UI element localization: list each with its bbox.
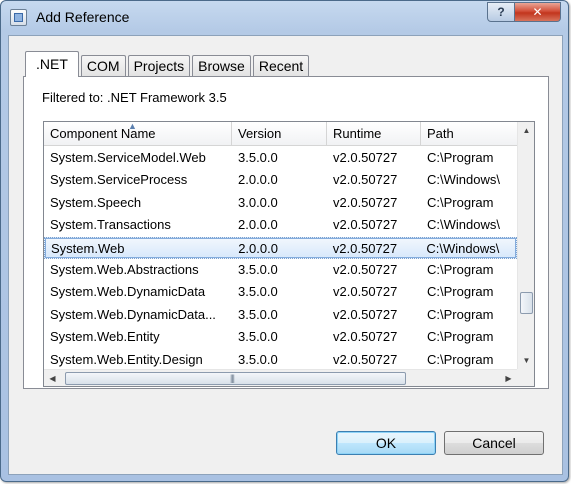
cell-runtime: v2.0.50727 bbox=[333, 351, 398, 367]
column-header-component-name[interactable]: ▲ Component Name bbox=[44, 122, 232, 146]
cell-runtime: v2.0.50727 bbox=[333, 329, 398, 345]
list-row[interactable]: System.Web.DynamicData... 3.5.0.0 v2.0.5… bbox=[44, 304, 517, 326]
scroll-left-arrow-icon[interactable]: ◀ bbox=[44, 370, 61, 386]
column-header-runtime[interactable]: Runtime bbox=[327, 122, 421, 146]
cell-version: 3.5.0.0 bbox=[238, 284, 278, 300]
filter-label: Filtered to: .NET Framework 3.5 bbox=[42, 90, 227, 105]
cell-path: C:\Program bbox=[427, 329, 494, 345]
tab-projects[interactable]: Projects bbox=[127, 55, 191, 77]
cell-path: C:\Program bbox=[427, 150, 494, 165]
list-row[interactable]: System.ServiceProcess 2.0.0.0 v2.0.50727… bbox=[44, 169, 517, 191]
cell-path: C:\Windows\ bbox=[427, 172, 500, 188]
cell-runtime: v2.0.50727 bbox=[333, 284, 398, 300]
cell-component-name: System.ServiceModel.Web bbox=[50, 150, 206, 165]
close-button[interactable]: ✕ bbox=[515, 2, 561, 22]
cell-component-name: System.Speech bbox=[50, 194, 142, 210]
cell-version: 3.5.0.0 bbox=[238, 150, 278, 165]
cell-component-name: System.Web.DynamicData bbox=[50, 284, 206, 300]
cell-component-name: System.Web.DynamicData... bbox=[50, 306, 216, 322]
vertical-scroll-thumb[interactable] bbox=[520, 292, 533, 314]
scroll-up-arrow-icon[interactable]: ▲ bbox=[518, 122, 534, 139]
cell-path: C:\Windows\ bbox=[426, 240, 500, 256]
cell-component-name: System.ServiceProcess bbox=[50, 172, 188, 188]
cell-version: 3.0.0.0 bbox=[238, 194, 278, 210]
cell-version: 3.5.0.0 bbox=[238, 351, 278, 367]
sort-ascending-icon: ▲ bbox=[128, 122, 137, 131]
list-row-selected[interactable]: System.Web 2.0.0.0 v2.0.50727 C:\Windows… bbox=[44, 236, 517, 259]
title-bar[interactable]: Add Reference ? ✕ bbox=[1, 1, 568, 35]
scroll-grip-icon: ||| bbox=[230, 373, 235, 383]
cell-component-name: System.Web.Entity.Design bbox=[50, 351, 203, 367]
component-list[interactable]: ▲ Component Name Version Runtime Path Sy… bbox=[43, 121, 535, 387]
list-row[interactable]: System.Web.Abstractions 3.5.0.0 v2.0.507… bbox=[44, 259, 517, 281]
horizontal-scrollbar[interactable]: ◀ ||| ▶ bbox=[44, 369, 517, 386]
cell-runtime: v2.0.50727 bbox=[333, 172, 398, 188]
cell-path: C:\Windows\ bbox=[427, 217, 500, 233]
cell-version: 3.5.0.0 bbox=[238, 261, 278, 277]
title-bar-buttons: ? ✕ bbox=[487, 2, 561, 22]
cell-runtime: v2.0.50727 bbox=[333, 261, 398, 277]
tab-browse[interactable]: Browse bbox=[192, 55, 251, 77]
cell-path: C:\Program bbox=[427, 284, 494, 300]
scrollbar-corner bbox=[517, 369, 534, 386]
cell-runtime: v2.0.50727 bbox=[333, 217, 398, 233]
dialog-client-area: .NET COM Projects Browse Recent Filtered… bbox=[8, 35, 563, 475]
cell-runtime: v2.0.50727 bbox=[333, 306, 398, 322]
cell-path: C:\Program bbox=[427, 261, 494, 277]
tab-com[interactable]: COM bbox=[80, 55, 126, 77]
column-header-label: Component Name bbox=[50, 126, 156, 141]
tab-dotnet[interactable]: .NET bbox=[25, 51, 79, 77]
cell-version: 2.0.0.0 bbox=[238, 240, 278, 256]
tab-panel: Filtered to: .NET Framework 3.5 ▲ Compon… bbox=[23, 76, 549, 389]
list-row[interactable]: System.Web.Entity 3.5.0.0 v2.0.50727 C:\… bbox=[44, 326, 517, 348]
list-row[interactable]: System.Speech 3.0.0.0 v2.0.50727 C:\Prog… bbox=[44, 192, 517, 214]
help-button[interactable]: ? bbox=[487, 2, 515, 22]
list-rows: System.ServiceModel.Web 3.5.0.0 v2.0.507… bbox=[44, 147, 517, 371]
window-title: Add Reference bbox=[36, 9, 130, 25]
scroll-right-arrow-icon[interactable]: ▶ bbox=[500, 370, 517, 386]
cell-component-name: System.Web bbox=[51, 240, 125, 256]
list-row[interactable]: System.Web.DynamicData 3.5.0.0 v2.0.5072… bbox=[44, 281, 517, 303]
cell-version: 2.0.0.0 bbox=[238, 172, 278, 188]
vertical-scrollbar[interactable]: ▲ ▼ bbox=[517, 122, 534, 369]
scroll-down-arrow-icon[interactable]: ▼ bbox=[518, 352, 534, 369]
cell-component-name: System.Web.Entity bbox=[50, 329, 160, 345]
list-row[interactable]: System.ServiceModel.Web 3.5.0.0 v2.0.507… bbox=[44, 147, 517, 169]
tab-recent[interactable]: Recent bbox=[252, 55, 310, 77]
cell-runtime: v2.0.50727 bbox=[333, 150, 398, 165]
column-header-label: Path bbox=[427, 126, 454, 141]
column-header-label: Version bbox=[238, 126, 282, 141]
cell-component-name: System.Web.Abstractions bbox=[50, 261, 199, 277]
tab-strip: .NET COM Projects Browse Recent bbox=[25, 51, 311, 77]
reference-dialog-icon bbox=[10, 9, 27, 26]
column-header-label: Runtime bbox=[333, 126, 382, 141]
cell-runtime: v2.0.50727 bbox=[332, 240, 398, 256]
column-header-path[interactable]: Path bbox=[421, 122, 517, 146]
cell-component-name: System.Transactions bbox=[50, 217, 171, 233]
cell-version: 3.5.0.0 bbox=[238, 306, 278, 322]
cell-path: C:\Program bbox=[427, 351, 494, 367]
add-reference-dialog: Add Reference ? ✕ .NET COM Projects Brow… bbox=[0, 0, 569, 482]
list-row[interactable]: System.Web.Entity.Design 3.5.0.0 v2.0.50… bbox=[44, 349, 517, 371]
cancel-button[interactable]: Cancel bbox=[444, 431, 544, 455]
ok-button[interactable]: OK bbox=[336, 431, 436, 455]
column-header-version[interactable]: Version bbox=[232, 122, 327, 146]
cell-path: C:\Program bbox=[427, 306, 494, 322]
cell-version: 2.0.0.0 bbox=[238, 217, 278, 233]
horizontal-scroll-thumb[interactable]: ||| bbox=[65, 372, 406, 385]
cell-version: 3.5.0.0 bbox=[238, 329, 278, 345]
list-row[interactable]: System.Transactions 2.0.0.0 v2.0.50727 C… bbox=[44, 214, 517, 236]
cell-runtime: v2.0.50727 bbox=[333, 194, 398, 210]
list-header: ▲ Component Name Version Runtime Path bbox=[44, 122, 517, 146]
cell-path: C:\Program bbox=[427, 194, 494, 210]
